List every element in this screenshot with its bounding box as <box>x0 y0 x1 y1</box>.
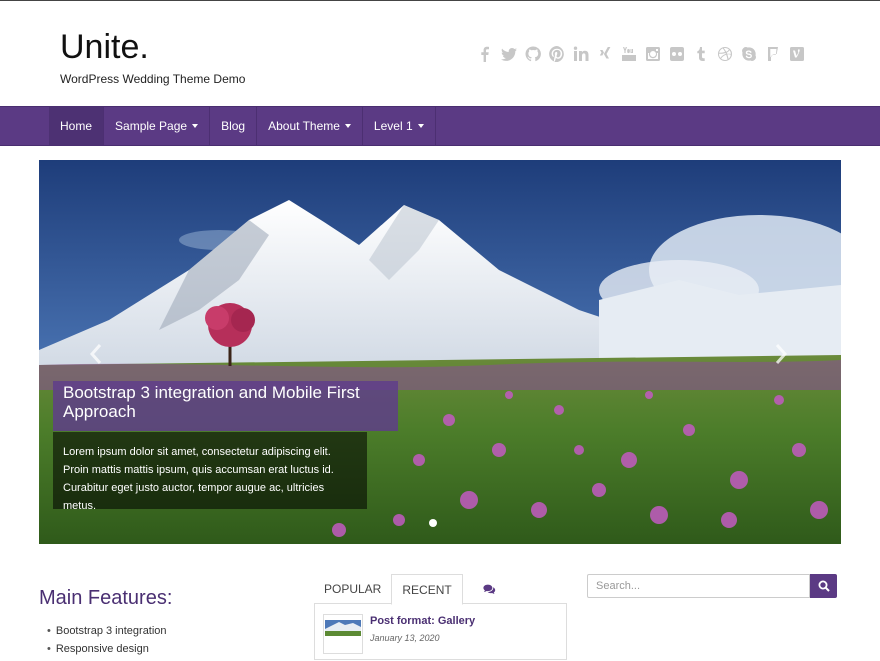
chevron-right-icon <box>775 344 788 364</box>
tab-panel-recent: Post format: Gallery January 13, 2020 <box>314 604 567 660</box>
features-list: Bootstrap 3 integrationResponsive design <box>47 625 167 661</box>
slider-next-button[interactable] <box>774 343 788 371</box>
slider-prev-button[interactable] <box>89 343 103 371</box>
tab-label: POPULAR <box>324 582 382 596</box>
twitter-icon[interactable] <box>500 45 517 62</box>
facebook-icon[interactable] <box>476 45 493 62</box>
social-icons <box>476 45 805 62</box>
comments-icon <box>483 584 495 594</box>
nav-item-label: About Theme <box>268 119 340 133</box>
nav-item-label: Blog <box>221 119 246 133</box>
tab-bar: POPULAR RECENT <box>314 574 567 605</box>
post-date: January 13, 2020 <box>370 633 440 643</box>
skype-icon[interactable] <box>740 45 757 62</box>
youtube-icon[interactable] <box>620 45 637 62</box>
flickr-icon[interactable] <box>668 45 685 62</box>
site-description: WordPress Wedding Theme Demo <box>60 72 246 86</box>
slider-indicators <box>429 519 437 527</box>
search-button[interactable] <box>810 574 837 598</box>
xing-icon[interactable] <box>596 45 613 62</box>
nav-item-label: Sample Page <box>115 119 188 133</box>
nav-item-home[interactable]: Home <box>49 107 105 145</box>
features-list-item: Bootstrap 3 integration <box>47 625 167 643</box>
post-title-link[interactable]: Post format: Gallery <box>370 615 475 627</box>
caret-down-icon <box>192 124 199 128</box>
nav-item-sample-page[interactable]: Sample Page <box>104 107 211 145</box>
nav-item-about-theme[interactable]: About Theme <box>257 107 363 145</box>
github-icon[interactable] <box>524 45 541 62</box>
nav-item-blog[interactable]: Blog <box>210 107 258 145</box>
hero-slider[interactable]: Bootstrap 3 integration and Mobile First… <box>39 160 841 544</box>
nav-item-level-1[interactable]: Level 1 <box>363 107 436 145</box>
dribbble-icon[interactable] <box>716 45 733 62</box>
post-thumbnail[interactable] <box>323 614 363 654</box>
tab-popular[interactable]: POPULAR <box>314 574 391 604</box>
caret-down-icon <box>417 124 424 128</box>
nav-menu: Home Sample Page Blog About Theme Level 1 <box>49 107 436 145</box>
slide-caption-text: Lorem ipsum dolor sit amet, consectetur … <box>53 432 367 512</box>
posts-tabs-widget: POPULAR RECENT Post format: Gallery Janua… <box>314 574 567 660</box>
tab-comments[interactable] <box>463 574 516 604</box>
linkedin-icon[interactable] <box>572 45 589 62</box>
features-heading: Main Features: <box>39 587 173 609</box>
search-icon <box>818 580 830 592</box>
tab-recent[interactable]: RECENT <box>391 574 463 605</box>
nav-item-label: Level 1 <box>373 119 413 133</box>
chevron-left-icon <box>89 344 102 364</box>
nav-item-label: Home <box>60 119 93 133</box>
main-navigation: Home Sample Page Blog About Theme Level 1 <box>0 106 880 146</box>
tab-label: RECENT <box>402 582 452 597</box>
instagram-icon[interactable] <box>644 45 661 62</box>
foursquare-icon[interactable] <box>764 45 781 62</box>
tumblr-icon[interactable] <box>692 45 709 62</box>
pinterest-icon[interactable] <box>548 45 565 62</box>
slider-dot-1[interactable] <box>429 519 437 527</box>
site-header: Unite. WordPress Wedding Theme Demo <box>0 1 880 106</box>
search-input[interactable] <box>587 574 810 598</box>
caret-down-icon <box>344 124 351 128</box>
vine-icon[interactable] <box>788 45 805 62</box>
search-form <box>587 574 837 598</box>
slide-caption-title: Bootstrap 3 integration and Mobile First… <box>53 381 398 431</box>
site-title[interactable]: Unite. <box>60 28 149 67</box>
features-list-item: Responsive design <box>47 643 167 661</box>
